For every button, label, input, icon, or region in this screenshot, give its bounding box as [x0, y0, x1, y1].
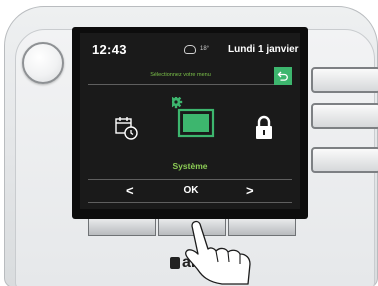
- nav-next[interactable]: >: [246, 183, 254, 198]
- menu-item-planning[interactable]: [114, 115, 140, 146]
- nav-bar: < OK >: [88, 179, 292, 203]
- screen-bezel: 12:43 18° Lundi 1 janvier Sélectionnez v…: [72, 27, 308, 219]
- nav-ok[interactable]: OK: [176, 185, 206, 196]
- back-button[interactable]: [274, 67, 292, 85]
- nav-previous[interactable]: <: [126, 183, 134, 198]
- status-bar: 12:43 18° Lundi 1 janvier: [80, 33, 300, 63]
- side-button-top[interactable]: [311, 67, 378, 93]
- round-home-button[interactable]: [22, 42, 64, 84]
- date-label: Lundi 1 janvier: [228, 44, 299, 55]
- side-button-middle[interactable]: [311, 103, 378, 129]
- gear-screen-icon: [169, 95, 215, 138]
- side-button-bottom[interactable]: [311, 147, 378, 173]
- back-arrow-icon: [277, 71, 288, 81]
- selected-item-label: Système: [172, 161, 208, 171]
- outdoor-temperature: 18°: [200, 46, 210, 52]
- menu-item-verrouillage[interactable]: [254, 115, 274, 146]
- pointing-hand-icon: [185, 220, 251, 285]
- menu-title: Sélectionnez votre menu: [150, 72, 211, 78]
- calendar-clock-icon: [115, 117, 138, 140]
- lcd-screen: 12:43 18° Lundi 1 janvier Sélectionnez v…: [80, 33, 300, 209]
- menu-header: Sélectionnez votre menu: [88, 67, 292, 85]
- softkey-left[interactable]: [88, 218, 156, 236]
- lock-icon: [256, 115, 272, 139]
- menu-item-systeme[interactable]: [169, 95, 218, 154]
- weather-icon: [184, 45, 196, 54]
- clock-time: 12:43: [92, 42, 127, 57]
